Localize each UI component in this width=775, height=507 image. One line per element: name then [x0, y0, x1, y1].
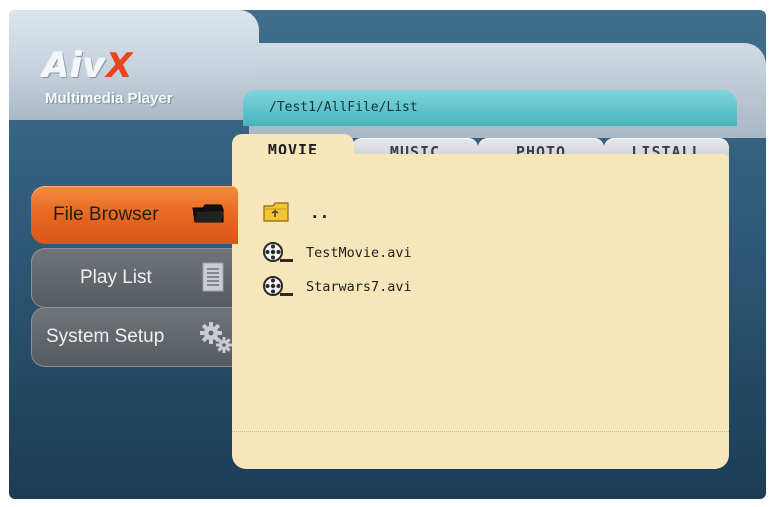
- film-reel-icon: [262, 275, 296, 303]
- menu-item-label: System Setup: [46, 326, 165, 347]
- current-path: /Test1/AllFile/List: [269, 100, 418, 115]
- panel-divider: [232, 431, 729, 432]
- folder-icon: [191, 202, 225, 232]
- app-subtitle: Multimedia Player: [45, 90, 173, 107]
- list-icon: [202, 262, 224, 298]
- menu-item-system-setup[interactable]: System Setup: [31, 307, 232, 367]
- file-name: ..: [310, 203, 330, 222]
- menu-item-file-browser[interactable]: File Browser: [31, 186, 238, 244]
- file-name: Starwars7.avi: [306, 279, 412, 295]
- aivx-logo: AivX: [43, 46, 134, 86]
- file-name: TestMovie.avi: [306, 245, 412, 261]
- file-list-panel: [232, 154, 729, 469]
- menu-item-label: File Browser: [53, 204, 159, 225]
- gears-icon: [198, 320, 234, 360]
- path-bar: /Test1/AllFile/List: [243, 90, 737, 126]
- logo-panel: AivX Multimedia Player: [9, 10, 259, 120]
- menu-item-play-list[interactable]: Play List: [31, 248, 232, 308]
- menu-item-label: Play List: [80, 267, 152, 288]
- film-reel-icon: [262, 241, 296, 269]
- parent-folder-icon: [262, 201, 292, 227]
